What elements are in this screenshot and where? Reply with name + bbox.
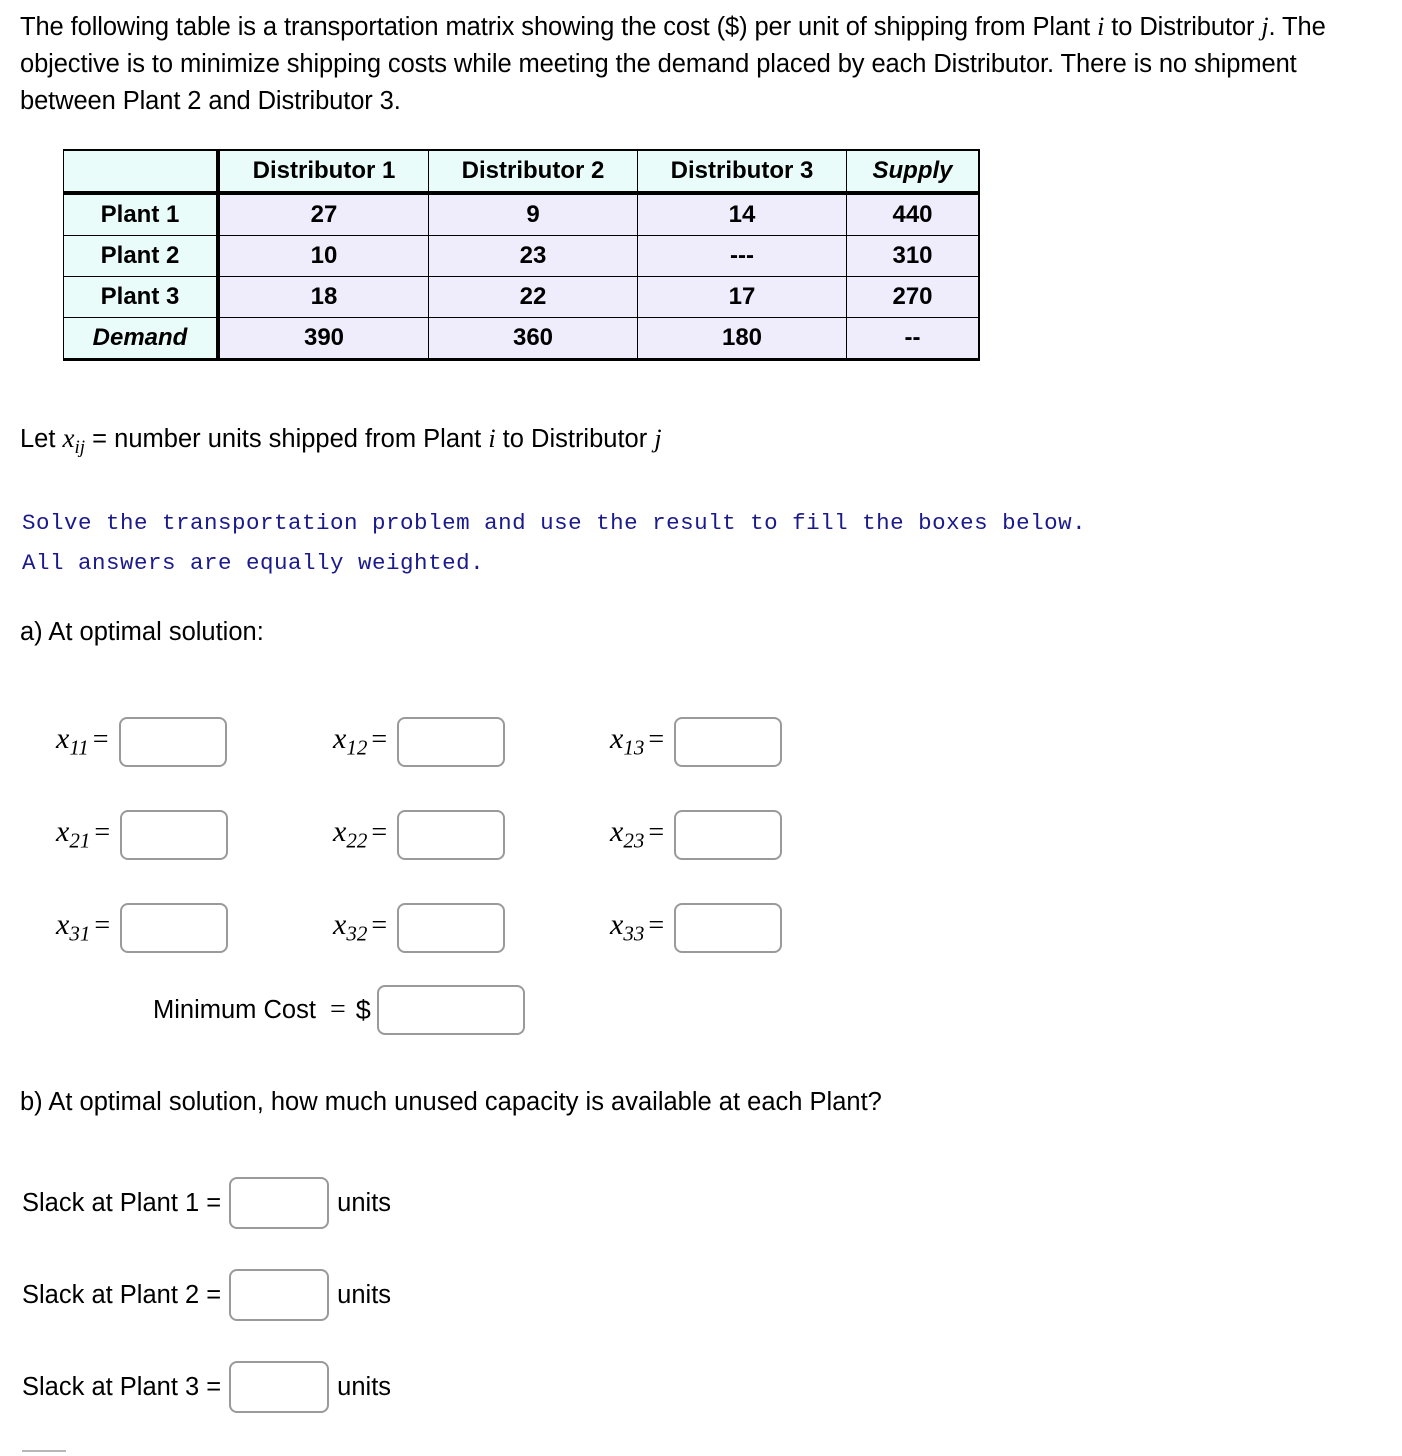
- input-x33[interactable]: [674, 902, 783, 953]
- input-x11[interactable]: [118, 716, 227, 767]
- currency-symbol: $: [355, 994, 371, 1025]
- cell-plant2-dist2: 23: [428, 235, 638, 277]
- input-minimum-cost[interactable]: [376, 985, 525, 1035]
- table-row: Demand 390 360 180 --: [63, 317, 980, 361]
- answer-row-1: x11 = x12 = x13 =: [56, 695, 887, 788]
- part-b-heading: b) At optimal solution, how much unused …: [20, 1088, 882, 1116]
- slack-label-plant-2: Slack at Plant 2 =: [22, 1280, 222, 1309]
- column-header-distributor-2: Distributor 2: [428, 149, 638, 195]
- input-x12[interactable]: [397, 716, 506, 767]
- answer-row-2: x21 = x22 = x23 =: [56, 788, 887, 881]
- slack-row-plant-3: Slack at Plant 3 = units: [22, 1361, 391, 1413]
- table-row: Plant 2 10 23 --- 310: [63, 235, 980, 277]
- intro-text-part2: to: [1104, 13, 1133, 41]
- cell-plant1-dist2: 9: [428, 192, 638, 236]
- answer-group-x33: x33 =: [610, 902, 887, 953]
- label-x13: x13 =: [610, 722, 665, 760]
- cell-plant3-dist1: 18: [216, 276, 429, 318]
- column-header-distributor-3: Distributor 3: [637, 149, 847, 195]
- input-x22[interactable]: [397, 809, 506, 860]
- input-slack-plant-2[interactable]: [229, 1269, 330, 1321]
- instruction-line-1: Solve the transportation problem and use…: [22, 510, 1087, 536]
- variable-j-definition: j: [654, 424, 662, 453]
- cell-plant3-dist2: 22: [428, 276, 638, 318]
- transportation-matrix-table: Distributor 1 Distributor 2 Distributor …: [63, 149, 980, 361]
- answer-group-x32: x32 =: [333, 902, 610, 953]
- minimum-cost-row: Minimum Cost = $: [153, 985, 525, 1035]
- answer-group-x23: x23 =: [610, 809, 887, 860]
- label-x31: x31 =: [56, 908, 111, 946]
- variable-xij: xij: [62, 423, 86, 459]
- cell-plant1-dist1: 27: [216, 192, 429, 236]
- answer-grid: x11 = x12 = x13 = x21 = x22 = x23 = x31 =: [56, 695, 887, 974]
- cell-plant1-dist3: 14: [637, 192, 847, 236]
- label-x23: x23 =: [610, 815, 665, 853]
- variable-j-inline: j: [1261, 12, 1269, 41]
- row-label-demand: Demand: [63, 317, 219, 361]
- intro-text-part1: The following table is a transportation …: [20, 13, 1098, 41]
- slack-label-plant-3: Slack at Plant 3 =: [22, 1372, 222, 1401]
- table-corner-cell: [63, 149, 219, 195]
- cell-plant3-supply: 270: [846, 276, 980, 318]
- variable-definition: Let xij = number units shipped from Plan…: [20, 423, 662, 459]
- definition-prefix: Let: [20, 425, 63, 453]
- column-header-supply: Supply: [846, 149, 980, 195]
- slack-units-plant-3: units: [337, 1372, 392, 1401]
- row-label-plant-2: Plant 2: [63, 235, 219, 277]
- slack-row-plant-2: Slack at Plant 2 = units: [22, 1269, 391, 1321]
- row-label-plant-3: Plant 3: [63, 276, 219, 318]
- intro-text-part3: Distributor: [1139, 13, 1262, 41]
- column-header-distributor-1: Distributor 1: [216, 149, 429, 195]
- cell-demand-dist1: 390: [216, 317, 429, 361]
- label-x12: x12 =: [333, 722, 388, 760]
- slack-row-plant-1: Slack at Plant 1 = units: [22, 1177, 391, 1229]
- answer-row-3: x31 = x32 = x33 =: [56, 881, 887, 974]
- variable-i-definition: i: [488, 424, 496, 453]
- cell-demand-supply: --: [846, 317, 980, 361]
- part-a-heading: a) At optimal solution:: [20, 618, 264, 646]
- label-x32: x32 =: [333, 908, 388, 946]
- label-x22: x22 =: [333, 815, 388, 853]
- slack-units-plant-1: units: [337, 1188, 392, 1217]
- input-x21[interactable]: [120, 809, 229, 860]
- cutoff-element-stub: [22, 1450, 66, 1456]
- cell-plant1-supply: 440: [846, 192, 980, 236]
- table-row: Plant 1 27 9 14 440: [63, 192, 980, 236]
- slack-label-plant-1: Slack at Plant 1 =: [22, 1188, 222, 1217]
- input-x13[interactable]: [674, 716, 783, 767]
- input-x32[interactable]: [397, 902, 506, 953]
- input-x23[interactable]: [674, 809, 783, 860]
- answer-group-x31: x31 =: [56, 902, 333, 953]
- table-row: Plant 3 18 22 17 270: [63, 276, 980, 318]
- minimum-cost-label: Minimum Cost: [153, 995, 316, 1024]
- instruction-block: Solve the transportation problem and use…: [22, 503, 1086, 583]
- definition-suffix-b: to Distributor: [495, 425, 655, 453]
- cell-plant3-dist3: 17: [637, 276, 847, 318]
- input-slack-plant-3[interactable]: [229, 1361, 330, 1413]
- answer-group-x12: x12 =: [333, 716, 610, 767]
- definition-suffix-a: = number units shipped from Plant: [85, 425, 489, 453]
- slack-units-plant-2: units: [337, 1280, 392, 1309]
- cell-plant2-dist3: ---: [637, 235, 847, 277]
- problem-statement: The following table is a transportation …: [20, 8, 1365, 120]
- answer-group-x21: x21 =: [56, 809, 333, 860]
- input-x31[interactable]: [120, 902, 229, 953]
- cell-plant2-supply: 310: [846, 235, 980, 277]
- minimum-cost-equals: =: [329, 994, 346, 1025]
- label-x33: x33 =: [610, 908, 665, 946]
- row-label-plant-1: Plant 1: [63, 192, 219, 236]
- cell-plant2-dist1: 10: [216, 235, 429, 277]
- input-slack-plant-1[interactable]: [229, 1177, 330, 1229]
- table-header-row: Distributor 1 Distributor 2 Distributor …: [63, 149, 980, 195]
- instruction-line-2: All answers are equally weighted.: [22, 550, 485, 576]
- answer-group-x11: x11 =: [56, 716, 333, 767]
- answer-group-x13: x13 =: [610, 716, 887, 767]
- cell-demand-dist2: 360: [428, 317, 638, 361]
- label-x11: x11 =: [56, 722, 109, 760]
- answer-group-x22: x22 =: [333, 809, 610, 860]
- label-x21: x21 =: [56, 815, 111, 853]
- cell-demand-dist3: 180: [637, 317, 847, 361]
